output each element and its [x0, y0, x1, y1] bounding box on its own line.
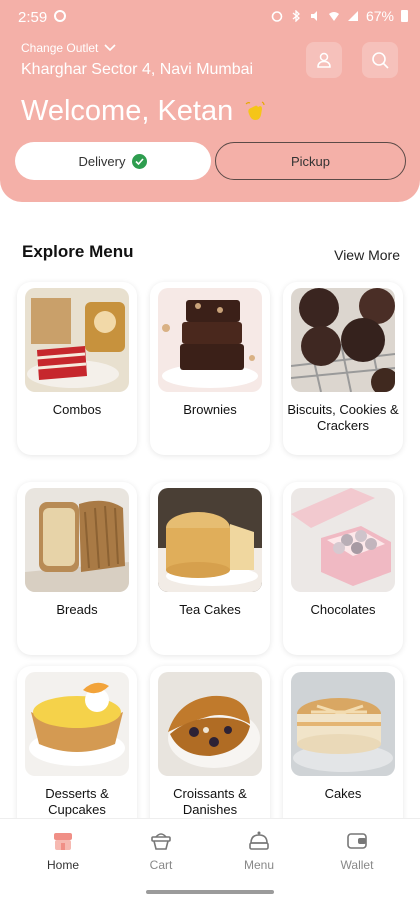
welcome-heading: Welcome, Ketan — [21, 95, 267, 128]
explore-menu-title: Explore Menu — [22, 242, 134, 261]
category-label: Cakes — [324, 786, 362, 801]
category-label: Combos — [52, 402, 102, 417]
category-label: Desserts & Cupcakes — [45, 786, 109, 817]
nav-menu-label: Menu — [243, 858, 275, 872]
basket-icon — [151, 833, 171, 850]
nav-menu[interactable]: Menu — [219, 829, 299, 872]
nav-cart[interactable]: Cart — [121, 829, 201, 872]
category-card-brownies[interactable]: Brownies — [150, 282, 270, 455]
category-label: Breads — [56, 602, 98, 617]
pickup-tab[interactable]: Pickup — [215, 142, 406, 180]
view-more-link[interactable]: View More — [334, 247, 400, 263]
category-card-cookies[interactable]: Biscuits, Cookies & Crackers — [283, 282, 403, 455]
pickup-label: Pickup — [290, 153, 331, 169]
category-card-cakes[interactable]: Cakes — [283, 666, 403, 839]
nav-home[interactable]: Home — [23, 829, 103, 872]
chevron-down-icon — [104, 44, 116, 52]
mute-icon — [310, 11, 317, 21]
header-banner: 2:59 67% Change Outlet Kharghar Sector 4… — [0, 0, 420, 202]
nav-home-label: Home — [46, 858, 79, 872]
dnd-icon — [54, 10, 66, 22]
bluetooth-icon — [292, 10, 300, 22]
status-time: 2:59 — [18, 9, 48, 26]
bottom-nav: Home Cart Menu Wallet — [0, 818, 420, 901]
category-card-croissants[interactable]: Croissants & Danishes — [150, 666, 270, 839]
category-label: Chocolates — [310, 602, 376, 617]
cookies-photo — [291, 288, 395, 392]
nav-wallet[interactable]: Wallet — [317, 829, 397, 872]
croissant-photo — [158, 672, 262, 776]
status-bar: 2:59 67% — [0, 0, 420, 36]
wallet-icon — [347, 833, 367, 849]
category-card-tea-cakes[interactable]: Tea Cakes — [150, 482, 270, 655]
category-label: Brownies — [183, 402, 237, 417]
search-icon — [372, 52, 389, 69]
cake-photo — [291, 672, 395, 776]
check-circle-icon — [132, 153, 148, 169]
bread-photo — [25, 488, 129, 592]
signal-icon — [347, 11, 358, 21]
user-icon — [317, 52, 331, 68]
gesture-home-indicator[interactable] — [146, 890, 274, 894]
category-card-breads[interactable]: Breads — [17, 482, 137, 655]
category-label: Biscuits, Cookies & Crackers — [287, 402, 399, 433]
tea-cake-photo — [158, 488, 262, 592]
waving-hand-icon — [245, 100, 265, 120]
alarm-icon — [271, 11, 283, 22]
brownies-photo — [158, 288, 262, 392]
home-store-icon — [54, 833, 72, 850]
wifi-icon — [328, 12, 339, 21]
battery-icon — [401, 10, 408, 22]
status-icons: 67% — [271, 8, 408, 24]
category-card-chocolates[interactable]: Chocolates — [283, 482, 403, 655]
welcome-text: Welcome, Ketan — [21, 95, 234, 127]
category-card-desserts[interactable]: Desserts & Cupcakes — [17, 666, 137, 839]
profile-button[interactable] — [306, 42, 342, 78]
outlet-address: Kharghar Sector 4, Navi Mumbai — [21, 61, 254, 78]
category-label: Tea Cakes — [179, 602, 241, 617]
chocolates-photo — [291, 488, 395, 592]
delivery-label: Delivery — [78, 153, 126, 169]
dessert-photo — [25, 672, 129, 776]
combos-photo — [25, 288, 129, 392]
menu-icon — [249, 831, 269, 850]
delivery-tab[interactable]: Delivery — [15, 142, 211, 180]
nav-cart-label: Cart — [149, 858, 173, 872]
category-label: Croissants & Danishes — [173, 786, 247, 817]
battery-percent: 67% — [365, 8, 394, 24]
nav-wallet-label: Wallet — [340, 858, 374, 872]
change-outlet-button[interactable]: Change Outlet — [21, 41, 116, 55]
category-card-combos[interactable]: Combos — [17, 282, 137, 455]
change-outlet-label: Change Outlet — [21, 41, 99, 55]
search-button[interactable] — [362, 42, 398, 78]
